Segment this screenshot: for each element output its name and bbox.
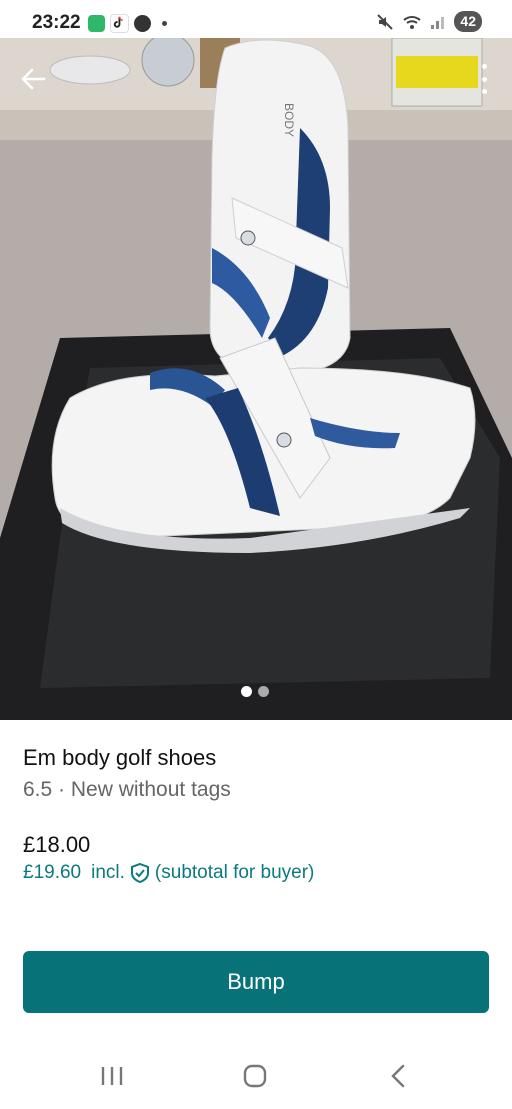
svg-text:BODY: BODY	[282, 103, 296, 137]
incl-label: incl.	[91, 862, 125, 883]
listing-price: £18.00	[23, 832, 91, 857]
shield-check-icon	[130, 862, 149, 884]
arrow-left-icon	[21, 68, 46, 90]
system-navigation-bar	[0, 1040, 512, 1109]
home-button[interactable]	[235, 1060, 275, 1092]
recents-button[interactable]	[92, 1060, 132, 1092]
nav-back-icon	[391, 1064, 405, 1088]
back-button[interactable]	[16, 62, 50, 96]
notification-icons	[88, 14, 167, 33]
gallery-dot-active[interactable]	[241, 686, 252, 697]
app-notification-icon	[88, 15, 105, 32]
more-options-button[interactable]	[474, 64, 494, 94]
listing-details: 6.5 · New without tags	[23, 778, 231, 801]
gallery-dot[interactable]	[258, 686, 269, 697]
listing-title: Em body golf shoes	[23, 745, 217, 770]
product-photo[interactable]: BODY	[0, 38, 512, 720]
buyer-note: (subtotal for buyer)	[154, 862, 315, 883]
mute-icon	[377, 13, 394, 30]
recents-icon	[101, 1067, 123, 1085]
gallery-indicator	[241, 686, 269, 697]
status-right: 42	[376, 11, 482, 32]
signal-icon	[431, 16, 445, 29]
status-time: 23:22	[32, 12, 81, 33]
battery-indicator: 42	[454, 11, 482, 32]
buyer-price: £19.60	[23, 862, 82, 883]
wifi-icon	[403, 15, 422, 29]
shoes-image: BODY	[0, 38, 512, 720]
buyer-price-line[interactable]: £19.60 incl. (subtotal for buyer)	[23, 862, 314, 884]
more-notifications-icon	[162, 21, 167, 26]
nav-back-button[interactable]	[378, 1060, 418, 1092]
home-icon	[243, 1064, 267, 1088]
bump-button[interactable]: Bump	[23, 951, 489, 1013]
messenger-icon	[134, 15, 151, 32]
more-vertical-icon	[481, 64, 487, 69]
tiktok-icon	[110, 14, 129, 33]
